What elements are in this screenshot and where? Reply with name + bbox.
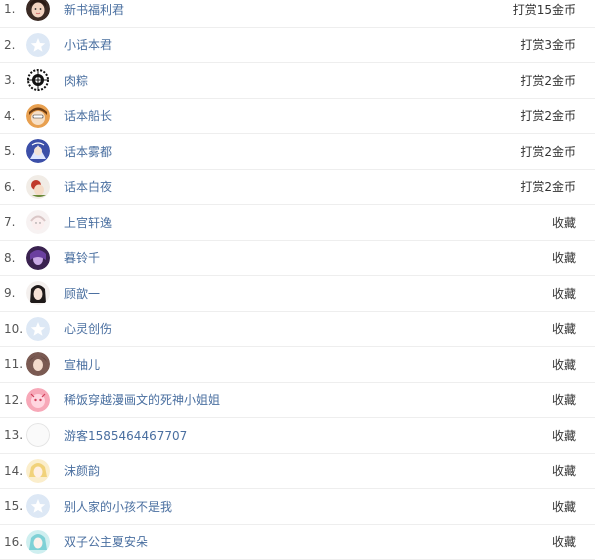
action-text: 打赏2金币 [520,143,576,160]
user-name-link[interactable]: 暮铃千 [64,249,100,266]
rank-number: 9. [4,286,26,300]
rank-number: 2. [4,38,26,52]
anime-avatar-icon[interactable] [26,139,50,163]
action-text: 收藏 [552,462,576,479]
anime-avatar-icon[interactable] [26,246,50,270]
list-item: 14. 沫颜韵 收藏 [0,454,595,490]
action-text: 打赏2金币 [520,107,576,124]
action-text: 打赏3金币 [520,36,576,53]
rank-number: 5. [4,144,26,158]
default-star-avatar-icon[interactable] [26,494,50,518]
action-text: 收藏 [552,320,576,337]
list-item: 11. 宣柚儿 收藏 [0,347,595,383]
action-text: 打赏2金币 [520,72,576,89]
photo-girl-icon[interactable] [26,0,50,21]
anime-avatar-icon[interactable] [26,530,50,554]
user-name-link[interactable]: 别人家的小孩不是我 [64,498,172,515]
list-item: 8. 暮铃千 收藏 [0,241,595,277]
action-text: 打赏2金币 [520,178,576,195]
rank-number: 7. [4,215,26,229]
leaderboard-list: 1. 新书福利君 打赏15金币 2. 小话本君 打赏3金币 3. 肉粽 打赏2金… [0,0,595,549]
rank-number: 6. [4,180,26,194]
user-name-link[interactable]: 稀饭穿越漫画文的死神小姐姐 [64,391,220,408]
list-item: 15. 别人家的小孩不是我 收藏 [0,489,595,525]
default-star-avatar-icon[interactable] [26,317,50,341]
action-text: 收藏 [552,214,576,231]
anime-avatar-icon[interactable] [26,388,50,412]
rank-number: 3. [4,73,26,87]
list-item: 5. 话本雾都 打赏2金币 [0,134,595,170]
action-text: 收藏 [552,533,576,550]
user-name-link[interactable]: 肉粽 [64,72,88,89]
action-text: 收藏 [552,427,576,444]
rank-number: 10. [4,322,26,336]
rank-number: 1. [4,2,26,16]
user-name-link[interactable]: 新书福利君 [64,1,124,18]
action-text: 收藏 [552,356,576,373]
user-name-link[interactable]: 游客1585464467707 [64,427,187,444]
rank-number: 4. [4,109,26,123]
action-text: 收藏 [552,249,576,266]
anime-avatar-icon[interactable] [26,459,50,483]
rank-number: 8. [4,251,26,265]
list-item: 10. 心灵创伤 收藏 [0,312,595,348]
list-item: 3. 肉粽 打赏2金币 [0,63,595,99]
default-star-avatar-icon[interactable] [26,33,50,57]
rank-number: 13. [4,428,26,442]
rank-number: 11. [4,357,26,371]
list-item: 9. 顾歆一 收藏 [0,276,595,312]
list-item: 12. 稀饭穿越漫画文的死神小姐姐 收藏 [0,383,595,419]
list-item: 7. 上官轩逸 收藏 [0,205,595,241]
rank-number: 16. [4,535,26,549]
user-name-link[interactable]: 顾歆一 [64,285,100,302]
blank-avatar-icon[interactable] [26,423,50,447]
list-item: 13. 游客1585464467707 收藏 [0,418,595,454]
anime-avatar-icon[interactable] [26,104,50,128]
rank-number: 14. [4,464,26,478]
user-name-link[interactable]: 小话本君 [64,36,112,53]
action-text: 收藏 [552,498,576,515]
action-text: 收藏 [552,391,576,408]
anime-avatar-icon[interactable] [26,281,50,305]
user-name-link[interactable]: 沫颜韵 [64,462,100,479]
user-name-link[interactable]: 上官轩逸 [64,214,112,231]
user-name-link[interactable]: 心灵创伤 [64,320,112,337]
list-item: 2. 小话本君 打赏3金币 [0,28,595,64]
user-name-link[interactable]: 话本白夜 [64,178,112,195]
rank-number: 15. [4,499,26,513]
list-item: 4. 话本船长 打赏2金币 [0,99,595,135]
user-name-link[interactable]: 双子公主夏安朵 [64,533,148,550]
ornament-avatar-icon[interactable] [26,68,50,92]
user-name-link[interactable]: 宣柚儿 [64,356,100,373]
list-item: 1. 新书福利君 打赏15金币 [0,0,595,28]
rank-number: 12. [4,393,26,407]
user-name-link[interactable]: 话本雾都 [64,143,112,160]
action-text: 收藏 [552,285,576,302]
user-name-link[interactable]: 话本船长 [64,107,112,124]
action-text: 打赏15金币 [513,1,576,18]
list-item: 6. 话本白夜 打赏2金币 [0,170,595,206]
anime-avatar-icon[interactable] [26,352,50,376]
list-item: 16. 双子公主夏安朵 收藏 [0,525,595,560]
anime-avatar-icon[interactable] [26,210,50,234]
anime-avatar-icon[interactable] [26,175,50,199]
